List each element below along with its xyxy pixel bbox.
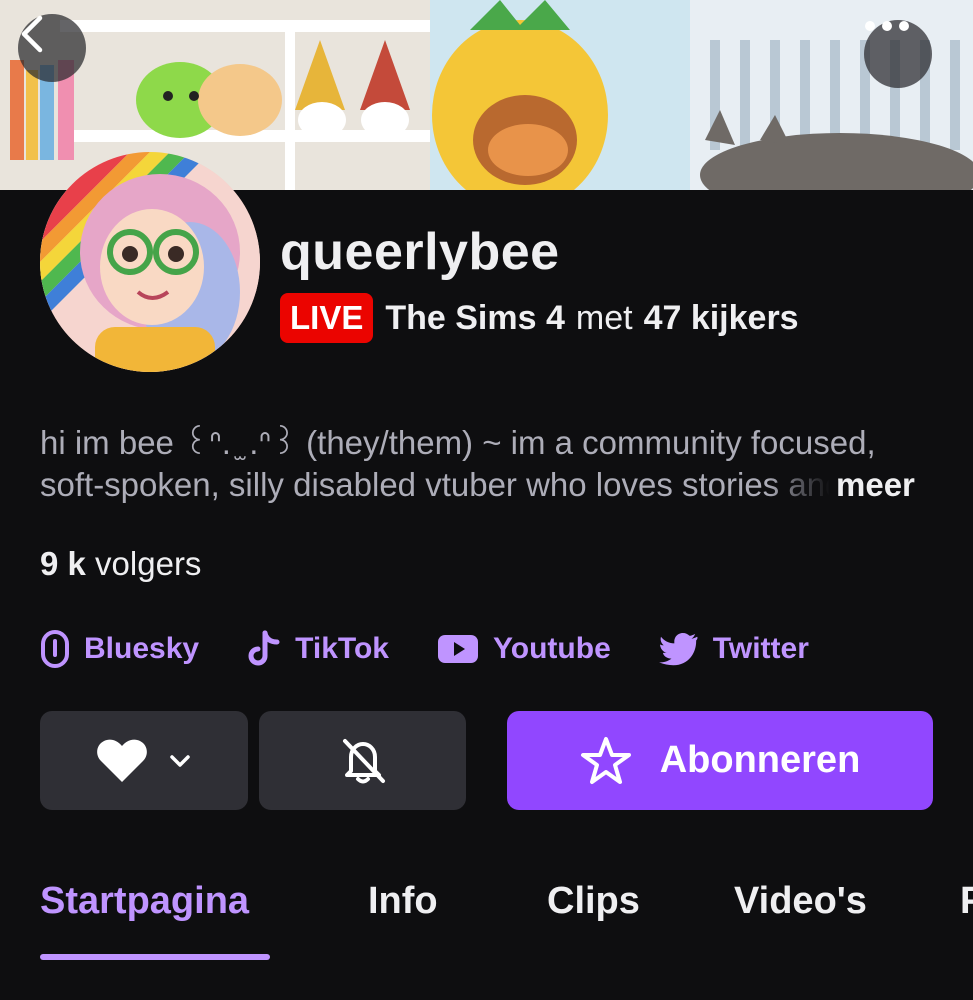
tab-partial[interactable]: P	[960, 880, 973, 923]
more-options-button[interactable]	[864, 20, 932, 88]
social-label: TikTok	[295, 632, 389, 665]
social-link-bluesky[interactable]: Bluesky	[40, 629, 199, 669]
active-tab-indicator	[40, 954, 270, 960]
social-label: Youtube	[493, 632, 611, 665]
social-link-youtube[interactable]: Youtube	[437, 632, 611, 666]
bio-more-link[interactable]: meer	[836, 464, 915, 506]
followers-label: volgers	[95, 545, 202, 582]
channel-bio[interactable]: hi im bee ꒰ᐢ. ̫ .ᐢ꒱ (they/them) ~ im a c…	[40, 422, 940, 506]
viewer-count: 47 kijkers	[643, 298, 799, 337]
avatar-illustration	[40, 152, 260, 372]
tab-clips[interactable]: Clips	[547, 880, 640, 923]
bell-off-icon	[342, 738, 385, 783]
twitter-icon	[658, 632, 698, 666]
social-label: Twitter	[712, 632, 809, 665]
follow-button[interactable]	[40, 711, 248, 810]
notifications-button[interactable]	[259, 711, 466, 810]
bio-line-1: hi im bee ꒰ᐢ. ̫ .ᐢ꒱ (they/them) ~ im a c…	[40, 424, 876, 461]
heart-icon	[97, 739, 147, 782]
channel-name: queerlybee	[280, 223, 560, 281]
subscribe-label: Abonneren	[659, 739, 861, 781]
social-label: Bluesky	[84, 632, 200, 665]
bluesky-icon	[41, 630, 69, 668]
back-button[interactable]	[18, 14, 86, 82]
social-link-tiktok[interactable]: TikTok	[247, 630, 389, 668]
game-name[interactable]: The Sims 4	[385, 299, 565, 338]
tab-info[interactable]: Info	[368, 880, 438, 923]
chevron-left-icon	[21, 15, 43, 53]
subscribe-button[interactable]: Abonneren	[507, 711, 933, 810]
followers-count: 9 k volgers	[40, 545, 201, 583]
tiktok-icon	[248, 630, 280, 666]
social-links: Bluesky TikTok Youtube Twitter	[40, 626, 857, 672]
tab-videos[interactable]: Video's	[734, 880, 867, 923]
chevron-down-icon	[170, 754, 190, 767]
tab-startpagina[interactable]: Startpagina	[40, 880, 249, 923]
youtube-icon	[438, 635, 478, 663]
live-badge: LIVE	[280, 293, 374, 343]
bio-line-2: soft-spoken, silly disabled vtuber who l…	[40, 466, 830, 503]
live-status[interactable]: LIVE The Sims 4 met 47 kijkers	[280, 293, 799, 343]
channel-tabs: Startpagina Info Clips Video's P	[40, 880, 973, 960]
channel-avatar[interactable]	[40, 152, 260, 372]
met-label: met	[575, 298, 633, 337]
star-icon	[580, 736, 631, 784]
more-dots-icon	[865, 21, 909, 31]
followers-number: 9 k	[40, 545, 86, 582]
social-link-twitter[interactable]: Twitter	[658, 632, 809, 666]
